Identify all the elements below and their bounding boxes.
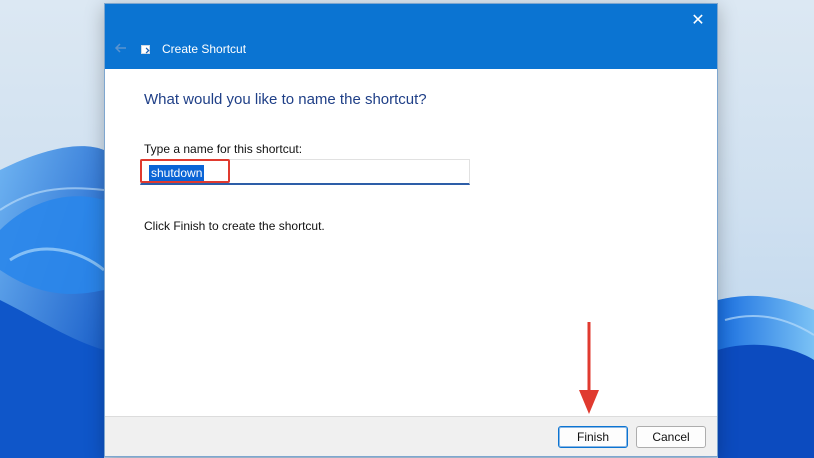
shortcut-name-input[interactable]: shutdown xyxy=(140,159,470,185)
shortcut-icon xyxy=(141,45,150,54)
finish-hint: Click Finish to create the shortcut. xyxy=(144,219,325,233)
shortcut-name-label: Type a name for this shortcut: xyxy=(144,142,303,156)
close-icon[interactable]: ✕ xyxy=(685,10,711,32)
shortcut-name-value: shutdown xyxy=(149,165,205,181)
back-arrow-icon[interactable] xyxy=(111,38,131,58)
dialog-footer: Finish Cancel xyxy=(105,416,717,456)
finish-button[interactable]: Finish xyxy=(558,426,628,448)
annotation-arrow-icon xyxy=(579,322,599,414)
create-shortcut-dialog: ✕ Create Shortcut What would you like to… xyxy=(104,3,718,457)
dialog-title: Create Shortcut xyxy=(162,42,247,56)
page-heading: What would you like to name the shortcut… xyxy=(144,91,427,108)
dialog-titlebar: ✕ Create Shortcut xyxy=(105,4,717,69)
cancel-button[interactable]: Cancel xyxy=(636,426,706,448)
